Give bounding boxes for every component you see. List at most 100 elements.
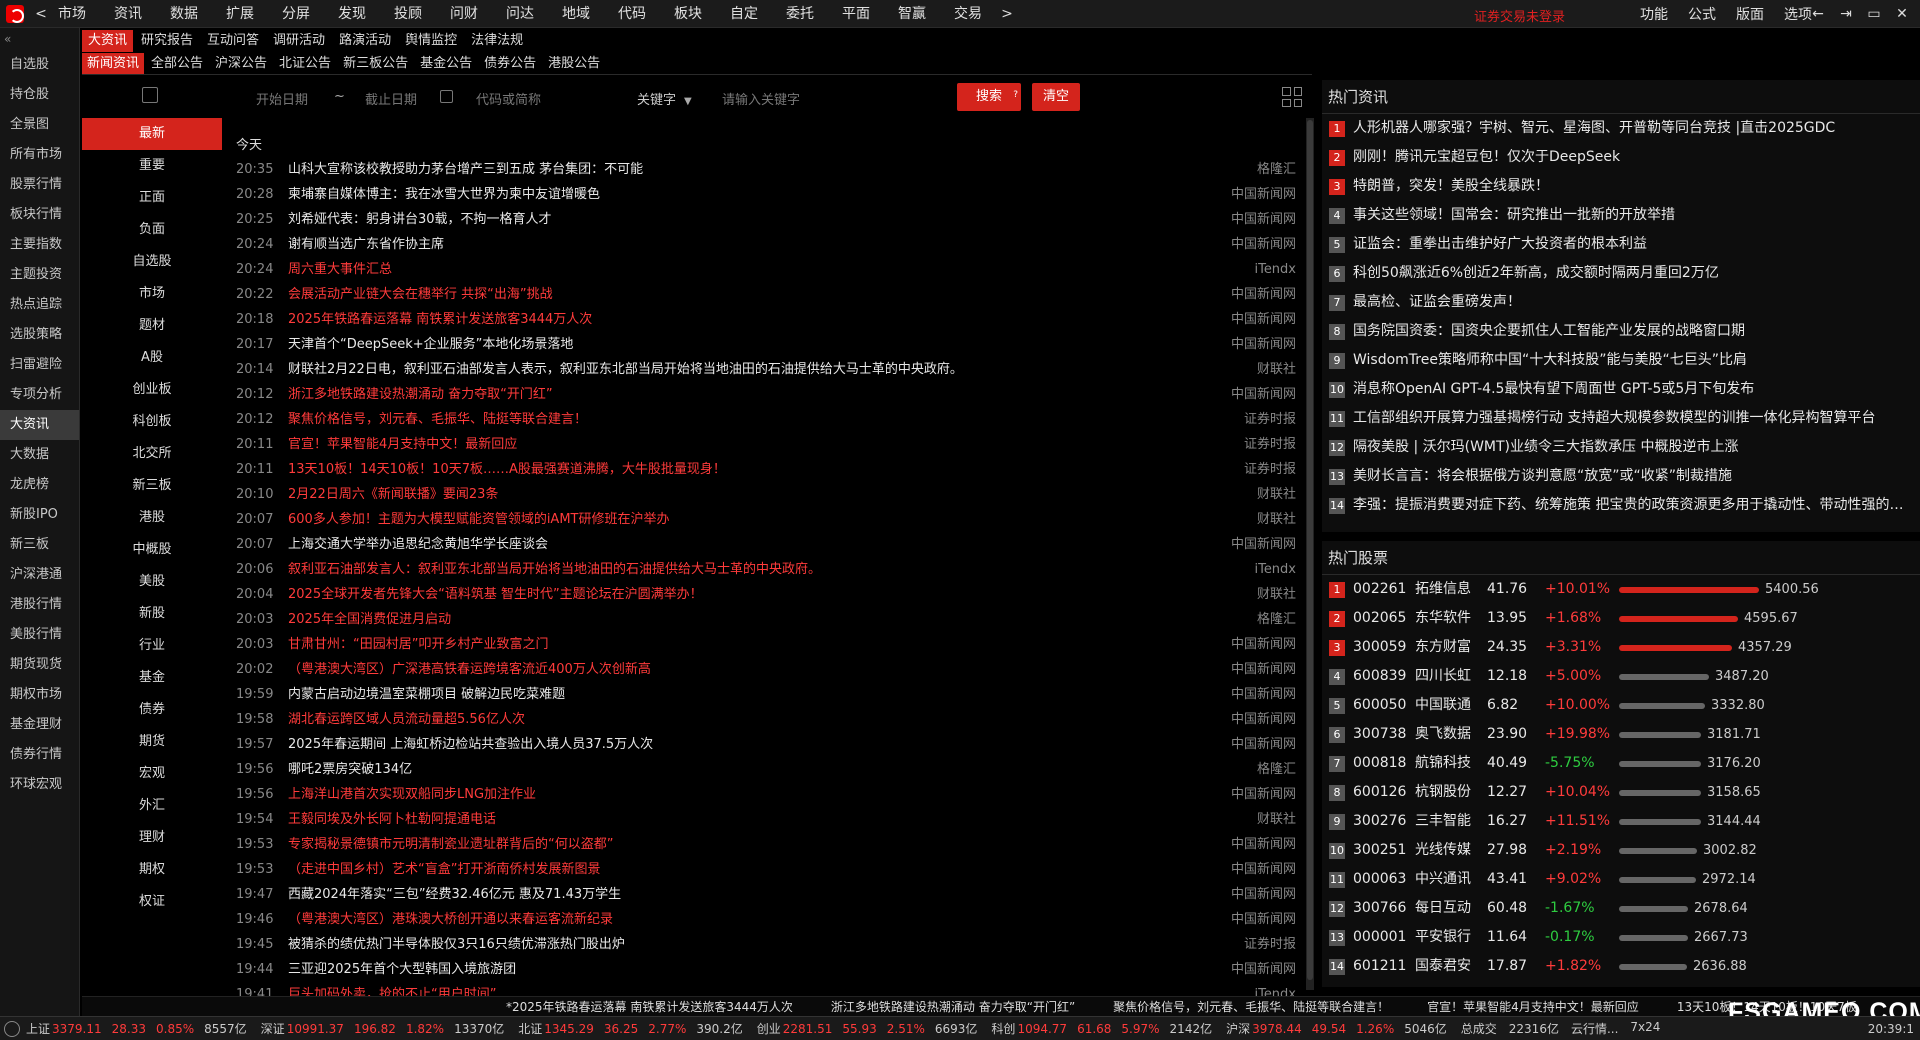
category-item[interactable]: 中概股	[82, 534, 222, 566]
stock-code[interactable]: 600839	[1353, 662, 1415, 691]
tab[interactable]: 大资讯	[82, 30, 134, 52]
category-item[interactable]: 科创板	[82, 406, 222, 438]
stock-name[interactable]: 三丰智能	[1415, 807, 1487, 836]
menu-item[interactable]: 委托	[772, 0, 828, 28]
category-item[interactable]: 最新	[82, 118, 222, 150]
stock-code[interactable]: 600126	[1353, 778, 1415, 807]
news-title[interactable]: 专家揭秘景德镇市元明清制瓷业遗址群背后的“何以盗都”	[280, 832, 1186, 857]
stock-name[interactable]: 四川长虹	[1415, 662, 1487, 691]
stock-name[interactable]: 平安银行	[1415, 923, 1487, 952]
sidebar-item[interactable]: 选股策略	[0, 320, 79, 350]
news-title[interactable]: 2025全球开发者先锋大会“语料筑基 智生时代”主题论坛在沪圆满举办！	[280, 582, 1186, 607]
category-item[interactable]: 新三板	[82, 470, 222, 502]
close-icon[interactable]: ✕	[1888, 6, 1916, 22]
news-row[interactable]: 19:53 （走进中国乡村）艺术“盲盒”打开浙南侨村发展新图景 中国新闻网	[236, 857, 1296, 882]
category-item[interactable]: 权证	[82, 886, 222, 918]
code-input[interactable]: 代码或简称	[476, 89, 541, 108]
tab[interactable]: 路演活动	[333, 30, 397, 52]
news-title[interactable]: 内蒙古启动边境温室菜棚项目 破解边民吃菜难题	[280, 682, 1186, 707]
hot-news-title[interactable]: 科创50飙涨近6%创近2年新高，成交额时隔两月重回2万亿	[1353, 259, 1913, 288]
status-item[interactable]: 云行情...	[1571, 1020, 1618, 1037]
news-title[interactable]: 柬埔寨自媒体博主：我在冰雪大世界为柬中友谊增暖色	[280, 182, 1186, 207]
sidebar-item[interactable]: 扫雷避险	[0, 350, 79, 380]
news-row[interactable]: 19:54 王毅同埃及外长阿卜杜勒阿提通电话 财联社	[236, 807, 1296, 832]
hot-news-item[interactable]: 14 李强：提振消费要对症下药、统筹施策 把宝贵的政策资源更多用于撬动性、带动性强…	[1322, 491, 1920, 520]
back-arrow-icon[interactable]: <	[30, 6, 52, 22]
news-row[interactable]: 20:28 柬埔寨自媒体博主：我在冰雪大世界为柬中友谊增暖色 中国新闻网	[236, 182, 1296, 207]
stock-code[interactable]: 300251	[1353, 836, 1415, 865]
news-title[interactable]: 财联社2月22日电，叙利亚石油部发言人表示，叙利亚东北部当局开始将当地油田的石油…	[280, 357, 1186, 382]
stock-name[interactable]: 国泰君安	[1415, 952, 1487, 981]
news-row[interactable]: 19:45 被猜杀的绩优热门半导体股仅3只16只绩优滞涨热门股出炉 证券时报	[236, 932, 1296, 957]
news-row[interactable]: 20:14 财联社2月22日电，叙利亚石油部发言人表示，叙利亚东北部当局开始将当地…	[236, 357, 1296, 382]
hot-stock-row[interactable]: 4 600839 四川长虹 12.18 +5.00% 3487.20	[1322, 662, 1920, 691]
hot-stock-row[interactable]: 1 002261 拓维信息 41.76 +10.01% 5400.56	[1322, 575, 1920, 604]
news-row[interactable]: 20:22 会展活动产业链大会在穗举行 共探“出海”挑战 中国新闻网	[236, 282, 1296, 307]
index-item[interactable]: 北证 1345.29 36.25 2.77% 390.2亿	[518, 1020, 742, 1037]
stock-name[interactable]: 航锦科技	[1415, 749, 1487, 778]
news-row[interactable]: 20:35 山科大宣称该校教授助力茅台增产三到五成 茅台集团：不可能 格隆汇	[236, 157, 1296, 182]
news-title[interactable]: 上海洋山港首次实现双船同步LNG加注作业	[280, 782, 1186, 807]
hot-news-item[interactable]: 11 工信部组织开展算力强基揭榜行动 支持超大规模参数模型的训推一体化异构智算平台	[1322, 404, 1920, 433]
collapse-icon[interactable]: «	[0, 28, 79, 50]
news-row[interactable]: 20:11 官宣！苹果智能4月支持中文！最新回应 证券时报	[236, 432, 1296, 457]
right-menu-item[interactable]: 功能	[1630, 4, 1678, 24]
sidebar-item[interactable]: 美股行情	[0, 620, 79, 650]
news-row[interactable]: 20:04 2025全球开发者先锋大会“语料筑基 智生时代”主题论坛在沪圆满举办！…	[236, 582, 1296, 607]
search-button[interactable]: 搜索?	[957, 83, 1021, 111]
hot-stock-row[interactable]: 10 300251 光线传媒 27.98 +2.19% 3002.82	[1322, 836, 1920, 865]
news-title[interactable]: （走进中国乡村）艺术“盲盒”打开浙南侨村发展新图景	[280, 857, 1186, 882]
news-title[interactable]: 上海交通大学举办追思纪念黄旭华学长座谈会	[280, 532, 1186, 557]
sidebar-item[interactable]: 沪深港通	[0, 560, 79, 590]
hot-news-item[interactable]: 6 科创50飙涨近6%创近2年新高，成交额时隔两月重回2万亿	[1322, 259, 1920, 288]
stock-name[interactable]: 东方财富	[1415, 633, 1487, 662]
ticker-item[interactable]: 浙江多地铁路建设热潮涌动 奋力夺取“开门红”	[831, 1000, 1075, 1014]
menu-item[interactable]: 板块	[660, 0, 716, 28]
status-item[interactable]: 22316亿	[1509, 1020, 1559, 1037]
news-scrollbar[interactable]	[1306, 118, 1314, 990]
news-title[interactable]: 官宣！苹果智能4月支持中文！最新回应	[280, 432, 1186, 457]
sidebar-item[interactable]: 股票行情	[0, 170, 79, 200]
stock-name[interactable]: 杭钢股份	[1415, 778, 1487, 807]
menu-item[interactable]: 资讯	[100, 0, 156, 28]
sidebar-item[interactable]: 环球宏观	[0, 770, 79, 800]
news-title[interactable]: 哪吒2票房突破134亿	[280, 757, 1186, 782]
category-item[interactable]: 期货	[82, 726, 222, 758]
sidebar-item[interactable]: 热点追踪	[0, 290, 79, 320]
status-item[interactable]: 7x24	[1630, 1020, 1660, 1037]
news-title[interactable]: 谢有顺当选广东省作协主席	[280, 232, 1186, 257]
news-title[interactable]: 浙江多地铁路建设热潮涌动 奋力夺取“开门红”	[280, 382, 1186, 407]
stock-code[interactable]: 300276	[1353, 807, 1415, 836]
news-title[interactable]: 2025年全国消费促进月启动	[280, 607, 1186, 632]
sidebar-item[interactable]: 板块行情	[0, 200, 79, 230]
hot-news-item[interactable]: 13 美财长言言：将会根据俄方谈判意愿“放宽”或“收紧”制裁措施	[1322, 462, 1920, 491]
news-title[interactable]: （粤港澳大湾区）港珠澳大桥创开通以来春运客流新纪录	[280, 907, 1186, 932]
stock-code[interactable]: 300738	[1353, 720, 1415, 749]
stock-code[interactable]: 002261	[1353, 575, 1415, 604]
news-row[interactable]: 20:03 2025年全国消费促进月启动 格隆汇	[236, 607, 1296, 632]
category-item[interactable]: 市场	[82, 278, 222, 310]
hot-news-title[interactable]: 刚刚！腾讯元宝超豆包！仅次于DeepSeek	[1353, 143, 1913, 172]
ticker-item[interactable]: *2025年铁路春运落幕 南铁累计发送旅客3444万人次	[506, 1000, 793, 1014]
keyword-input[interactable]: 请输入关键字	[722, 89, 800, 108]
sidebar-item[interactable]: 持仓股	[0, 80, 79, 110]
category-item[interactable]: 自选股	[82, 246, 222, 278]
stock-name[interactable]: 东华软件	[1415, 604, 1487, 633]
news-row[interactable]: 20:07 600多人参加！主题为大模型赋能资管领域的iAMT研修班在沪举办 财联社	[236, 507, 1296, 532]
hot-stock-row[interactable]: 11 000063 中兴通讯 43.41 +9.02% 2972.14	[1322, 865, 1920, 894]
hot-stock-row[interactable]: 13 000001 平安银行 11.64 -0.17% 2667.73	[1322, 923, 1920, 952]
news-row[interactable]: 19:46 （粤港澳大湾区）港珠澳大桥创开通以来春运客流新纪录 中国新闻网	[236, 907, 1296, 932]
category-item[interactable]: 负面	[82, 214, 222, 246]
category-item[interactable]: 基金	[82, 662, 222, 694]
tab[interactable]: 调研活动	[267, 30, 331, 52]
hot-news-title[interactable]: 人形机器人哪家强？宇树、智元、星海图、开普勒等同台竞技 |直击2025GDC	[1353, 114, 1913, 143]
restore-icon[interactable]: ▭	[1860, 6, 1888, 22]
hot-stock-row[interactable]: 9 300276 三丰智能 16.27 +11.51% 3144.44	[1322, 807, 1920, 836]
menu-item[interactable]: 问财	[436, 0, 492, 28]
menu-item[interactable]: 投顾	[380, 0, 436, 28]
news-title[interactable]: 天津首个“DeepSeek+企业服务”本地化场景落地	[280, 332, 1186, 357]
category-item[interactable]: 正面	[82, 182, 222, 214]
hot-news-title[interactable]: 特朗普，突发！美股全线暴跌！	[1353, 172, 1913, 201]
news-title[interactable]: 山科大宣称该校教授助力茅台增产三到五成 茅台集团：不可能	[280, 157, 1186, 182]
login-status[interactable]: 证券交易未登录	[1474, 6, 1565, 25]
